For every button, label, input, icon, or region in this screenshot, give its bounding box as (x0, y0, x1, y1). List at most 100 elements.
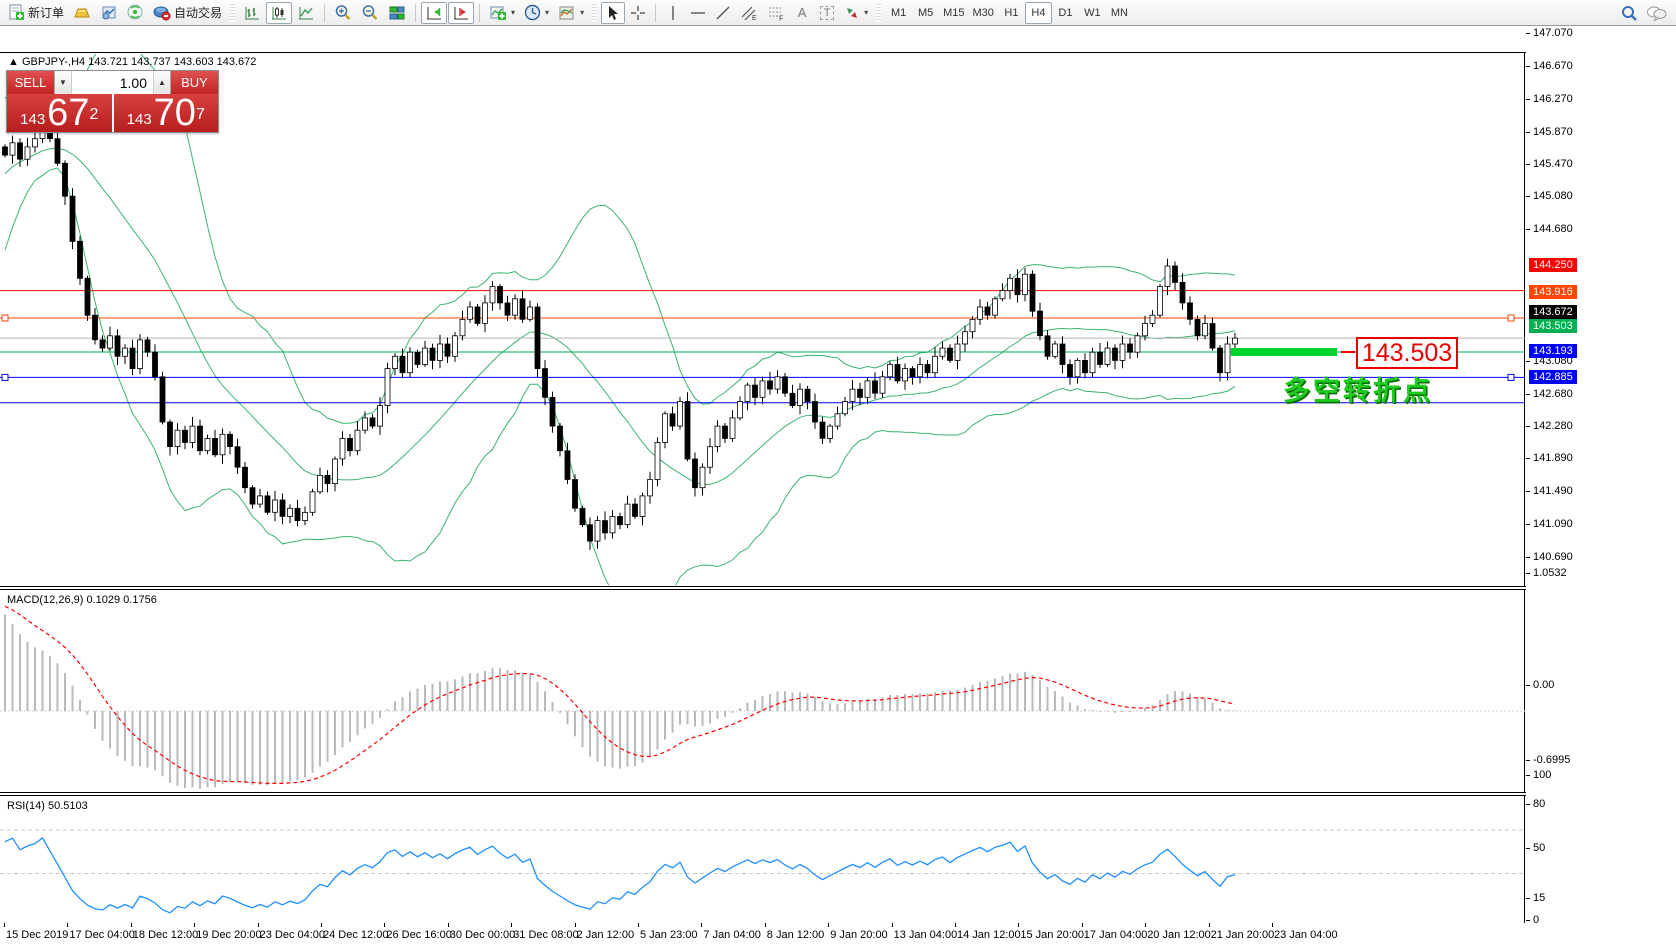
time-axis[interactable]: 15 Dec 201917 Dec 04:0018 Dec 12:0019 De… (0, 923, 1676, 947)
zoom-out-button[interactable] (357, 2, 383, 24)
arrows-icon (844, 5, 860, 21)
turning-point-note[interactable]: 多空转折点 (1283, 369, 1433, 408)
price-chip-144.250: 144.250 (1529, 258, 1577, 272)
timeframe-d1[interactable]: D1 (1052, 2, 1079, 24)
buy-price[interactable]: 143707 (114, 94, 219, 132)
candle-body (213, 438, 218, 454)
horizontal-line-button[interactable] (686, 2, 710, 24)
candle-body (25, 147, 30, 159)
candle-body (663, 414, 668, 443)
candle-body (565, 451, 570, 480)
new-order-button[interactable]: 新订单 (4, 2, 68, 24)
templates-button[interactable]: ▾ (554, 2, 588, 24)
vertical-line-button[interactable] (661, 2, 685, 24)
timeframe-m5[interactable]: M5 (912, 2, 939, 24)
timeframe-m30[interactable]: M30 (969, 2, 998, 24)
timeframe-m15[interactable]: M15 (939, 2, 968, 24)
candle-body (1210, 324, 1215, 349)
candle-body (993, 299, 998, 315)
line-handle[interactable] (2, 315, 8, 321)
line-handle[interactable] (1508, 374, 1514, 380)
rsi-tick-label: 15 (1533, 892, 1545, 904)
crosshair-button[interactable] (626, 2, 650, 24)
timeframe-mn[interactable]: MN (1106, 2, 1133, 24)
support-highlight-bar[interactable] (1231, 348, 1337, 356)
indicators-button[interactable]: ▾ (485, 2, 519, 24)
line-handle[interactable] (2, 374, 8, 380)
candle-body (1030, 274, 1035, 311)
symbol-ohlc-text: GBPJPY-,H4 143.721 143.737 143.603 143.6… (22, 56, 256, 68)
line-chart-button[interactable] (293, 2, 319, 24)
fibonacci-button[interactable]: F (763, 2, 789, 24)
candle-body (918, 365, 923, 377)
candle-body (3, 147, 8, 155)
volume-increase-button[interactable]: ▲ (154, 71, 170, 94)
axis-tick (1526, 361, 1530, 362)
timeframe-m1[interactable]: M1 (885, 2, 912, 24)
text-label-button[interactable]: T (815, 2, 839, 24)
candle-body (363, 418, 368, 430)
callout-connector-dash (1341, 351, 1355, 353)
cursor-button[interactable] (601, 2, 625, 24)
price-axis[interactable]: 147.070146.670146.270145.870145.470145.0… (1526, 26, 1676, 922)
price-pane[interactable] (0, 52, 1525, 587)
candle-body (490, 287, 495, 303)
text-button[interactable]: A (790, 2, 814, 24)
signal-button[interactable] (123, 2, 148, 24)
candle-body (813, 402, 818, 423)
candle-body (63, 163, 68, 196)
timeframe-w1[interactable]: W1 (1079, 2, 1106, 24)
candle-body (183, 430, 188, 442)
candle-body (445, 344, 450, 356)
timeframe-h1[interactable]: H1 (998, 2, 1025, 24)
macd-pane[interactable] (0, 590, 1525, 793)
bar-chart-button[interactable] (239, 2, 265, 24)
arrows-button[interactable]: ▾ (840, 2, 872, 24)
candle-body (603, 521, 608, 533)
tile-windows-button[interactable] (384, 2, 410, 24)
dropdown-arrow-icon: ▾ (511, 8, 515, 17)
macd-chart-svg (0, 590, 1525, 793)
price-callout-box[interactable]: 143.503 (1356, 337, 1458, 369)
time-label: 24 Dec 12:00 (323, 929, 388, 941)
sell-button[interactable]: SELL (7, 71, 54, 94)
buy-button[interactable]: BUY (171, 71, 218, 94)
search-button[interactable] (1616, 2, 1642, 24)
sell-price-sup: 2 (89, 100, 98, 130)
market-watch-button[interactable] (69, 2, 95, 24)
volume-input[interactable]: 1.00 (71, 71, 154, 94)
line-handle[interactable] (1508, 315, 1514, 321)
candle-body (1098, 352, 1103, 364)
auto-trading-button[interactable]: 自动交易 (149, 2, 226, 24)
axis-tick (1526, 33, 1530, 34)
sell-price-big: 67 (47, 96, 89, 130)
candle-body (340, 438, 345, 459)
zoom-in-button[interactable] (330, 2, 356, 24)
candle-body (670, 414, 675, 426)
equidistant-channel-button[interactable]: E (736, 2, 762, 24)
candle-body (1008, 278, 1013, 290)
axis-tick (1526, 196, 1530, 197)
time-tick (638, 923, 639, 927)
vertical-line-icon (666, 5, 680, 21)
axis-tick (1526, 920, 1530, 921)
candle-body (93, 315, 98, 340)
periods-button[interactable]: ▾ (520, 2, 553, 24)
timeframe-h4[interactable]: H4 (1025, 2, 1052, 24)
candle-body (348, 438, 353, 450)
chart-shift-button[interactable] (448, 2, 474, 24)
candle-body (130, 348, 135, 369)
candle-body (1158, 287, 1163, 316)
auto-scroll-button[interactable] (421, 2, 447, 24)
trendline-button[interactable] (711, 2, 735, 24)
candle-body (175, 430, 180, 446)
candle-body (1150, 315, 1155, 323)
chart-area[interactable]: ▲ GBPJPY-,H4 143.721 143.737 143.603 143… (0, 26, 1676, 923)
toolbar-right (1616, 2, 1672, 24)
sell-price[interactable]: 143672 (7, 94, 112, 132)
volume-decrease-button[interactable]: ▼ (55, 71, 71, 94)
profile-button[interactable] (96, 2, 122, 24)
candle-body (10, 143, 15, 155)
chat-button[interactable] (1642, 2, 1672, 24)
candlestick-chart-button[interactable] (266, 2, 292, 24)
